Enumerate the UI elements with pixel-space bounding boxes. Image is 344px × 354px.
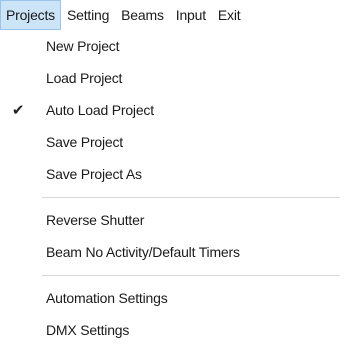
- menu-item-label: Save Project As: [46, 166, 142, 182]
- projects-dropdown-menu: New Project Load Project ✔ Auto Load Pro…: [0, 30, 344, 354]
- menu-item-label: DMX Settings: [46, 322, 130, 338]
- menu-item-save-project[interactable]: Save Project: [0, 126, 344, 158]
- menu-item-save-project-as[interactable]: Save Project As: [0, 158, 344, 190]
- menu-item-label: New Project: [46, 38, 120, 54]
- menu-item-beam-no-activity-default-timers[interactable]: Beam No Activity/Default Timers: [0, 236, 344, 268]
- menu-item-label: Automation Settings: [46, 290, 168, 306]
- menu-item-load-project[interactable]: Load Project: [0, 62, 344, 94]
- menu-item-automation-settings[interactable]: Automation Settings: [0, 282, 344, 314]
- menu-input[interactable]: Input: [170, 0, 212, 30]
- menu-item-new-project[interactable]: New Project: [0, 30, 344, 62]
- menu-separator: [42, 275, 340, 276]
- menu-beams[interactable]: Beams: [115, 0, 170, 30]
- menu-item-dmx-settings[interactable]: DMX Settings: [0, 314, 344, 346]
- menu-setting[interactable]: Setting: [61, 0, 115, 30]
- checkmark-icon: ✔: [11, 102, 25, 119]
- menu-exit[interactable]: Exit: [212, 0, 247, 30]
- menu-item-reverse-shutter[interactable]: Reverse Shutter: [0, 204, 344, 236]
- menu-bar: Projects Setting Beams Input Exit: [0, 0, 344, 30]
- menu-item-label: Save Project: [46, 134, 123, 150]
- menu-item-auto-load-project[interactable]: ✔ Auto Load Project: [0, 94, 344, 126]
- menu-item-label: Reverse Shutter: [46, 212, 145, 228]
- menu-item-label: Auto Load Project: [46, 102, 154, 118]
- menu-item-label: Beam No Activity/Default Timers: [46, 244, 240, 260]
- menu-item-label: Load Project: [46, 70, 123, 86]
- menu-separator: [42, 197, 340, 198]
- application-window: Projects Setting Beams Input Exit New Pr…: [0, 0, 344, 354]
- menu-projects[interactable]: Projects: [0, 0, 61, 30]
